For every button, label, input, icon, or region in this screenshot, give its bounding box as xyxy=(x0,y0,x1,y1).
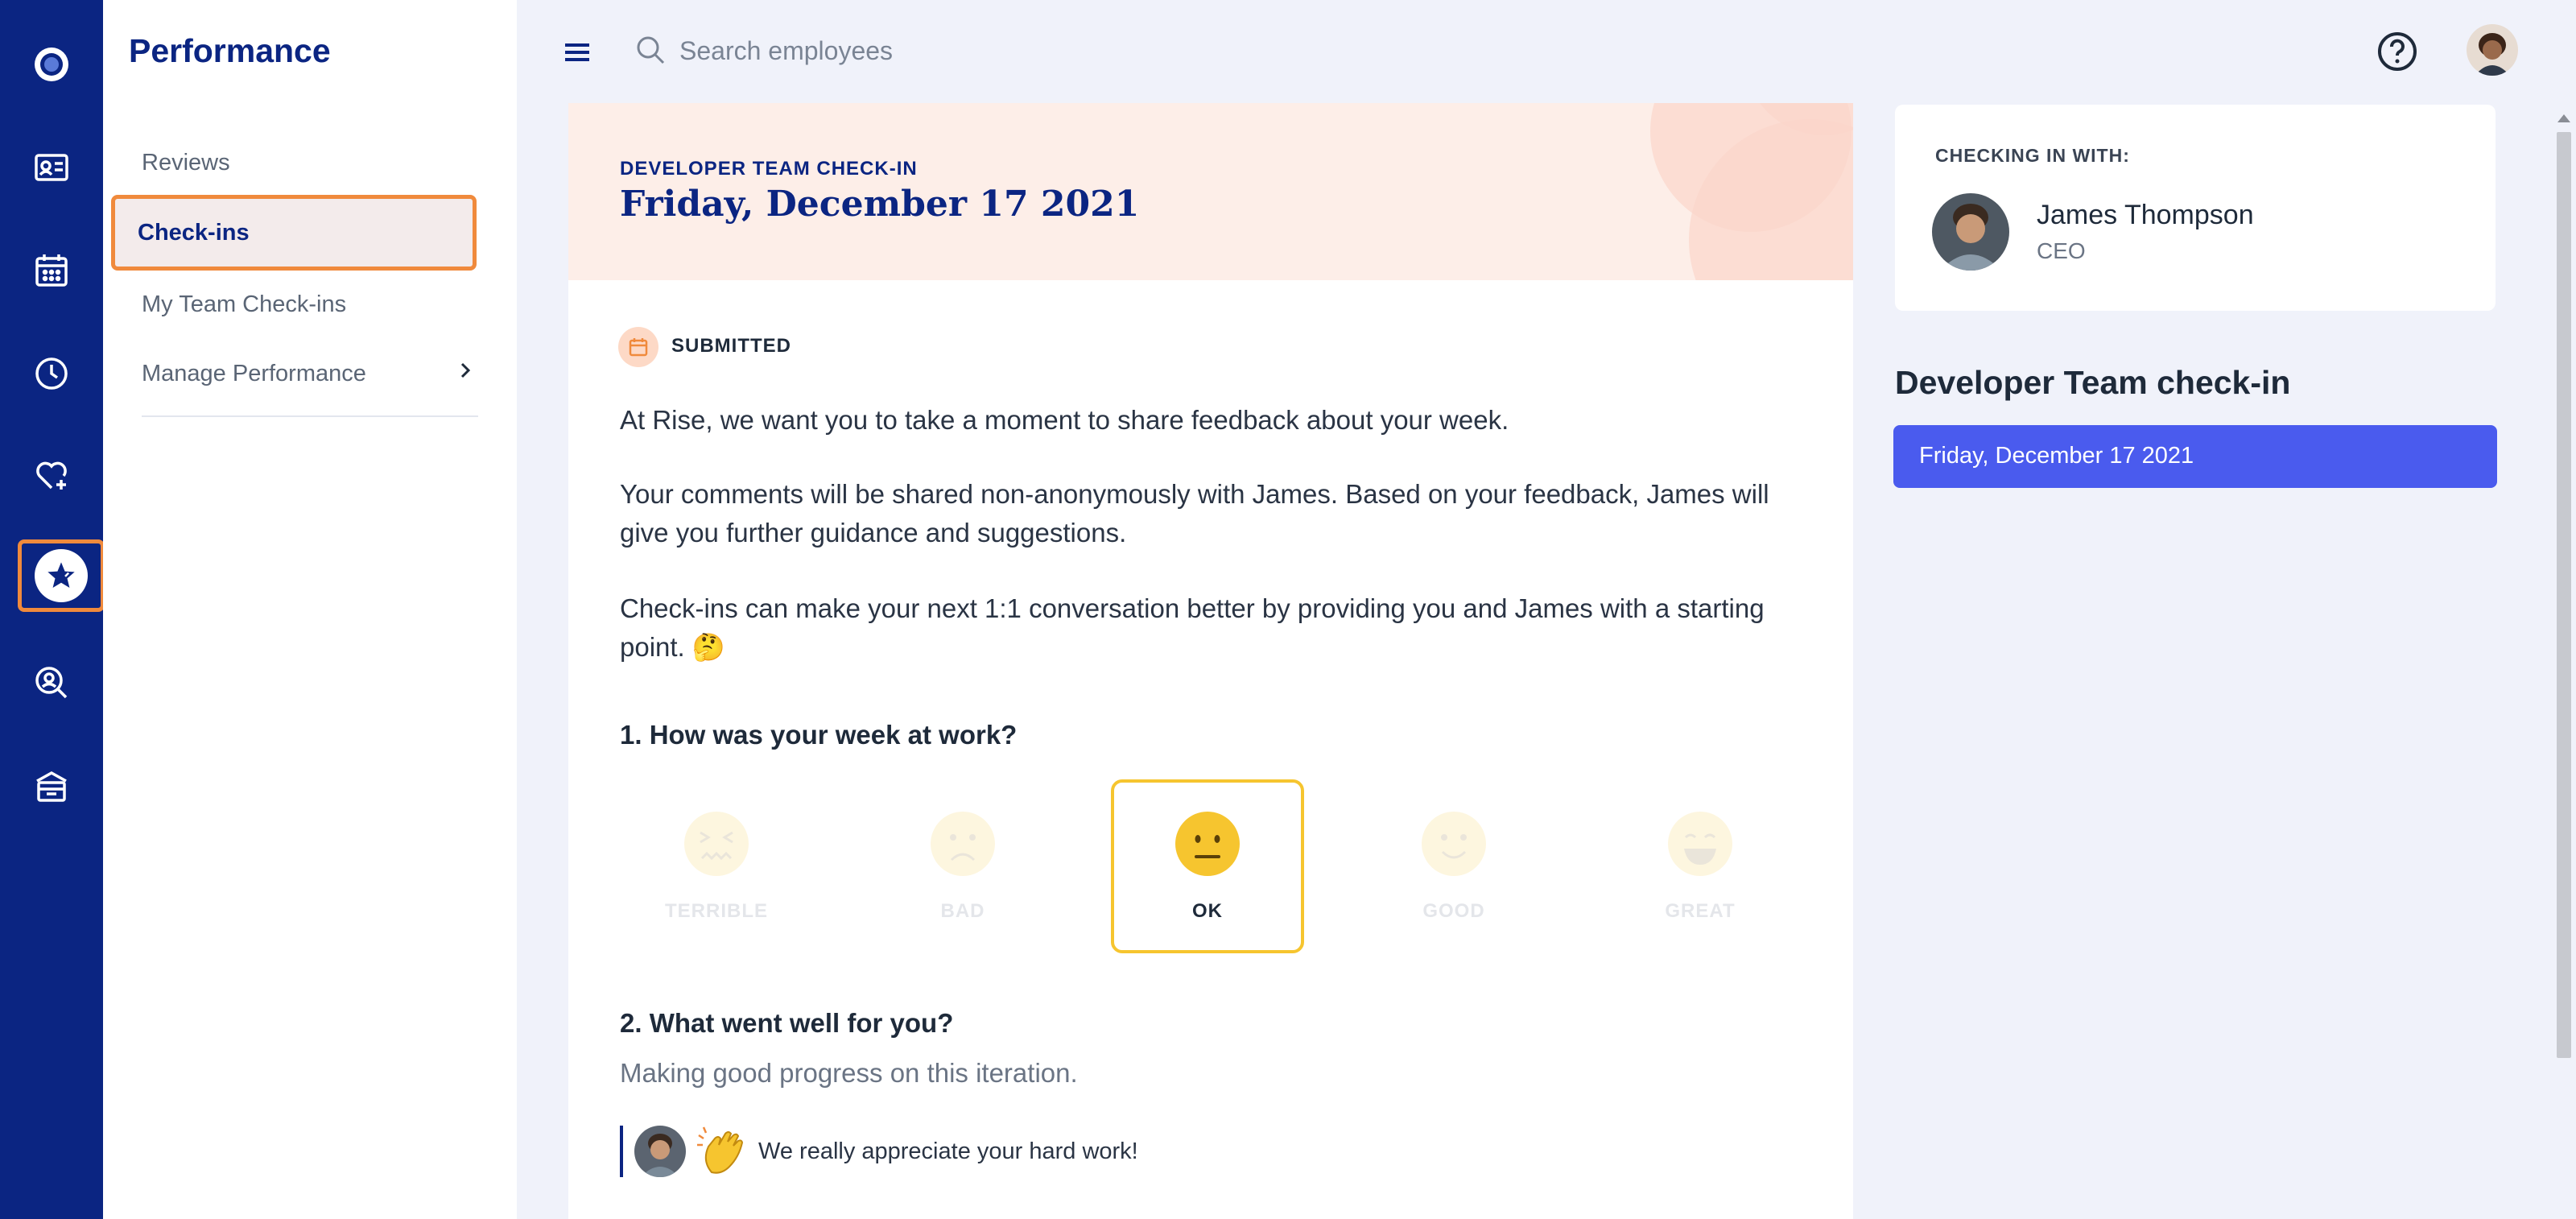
logo-icon[interactable] xyxy=(19,32,84,97)
mood-option-ok[interactable]: OK xyxy=(1111,779,1304,953)
rail-item-performance[interactable] xyxy=(18,539,105,612)
box-icon[interactable] xyxy=(19,754,84,818)
divider xyxy=(142,415,478,417)
clapping-hands-icon xyxy=(697,1126,744,1174)
clock-icon[interactable] xyxy=(19,341,84,406)
checkin-date: Friday, December 17 2021 xyxy=(620,184,1140,225)
nav-item-manage-performance[interactable]: Manage Performance xyxy=(142,361,366,387)
smile-face-icon xyxy=(1422,812,1486,876)
performance-nav: Performance Reviews Check-ins My Team Ch… xyxy=(103,0,517,1219)
intro-paragraph: Check-ins can make your next 1:1 convers… xyxy=(620,593,1765,662)
intro-paragraph: At Rise, we want you to take a moment to… xyxy=(620,405,1509,435)
search-person-icon[interactable] xyxy=(19,651,84,715)
mood-option-great[interactable]: GREAT xyxy=(1604,779,1797,953)
checkin-card: DEVELOPER TEAM CHECK-IN Friday, December… xyxy=(568,103,1853,1219)
mood-label: BAD xyxy=(940,900,985,922)
mood-option-bad[interactable]: BAD xyxy=(866,779,1059,953)
mood-label: GOOD xyxy=(1422,900,1485,922)
avatar xyxy=(1932,193,2009,271)
mood-label: OK xyxy=(1192,900,1223,922)
scroll-up-icon[interactable] xyxy=(2555,110,2573,127)
avatar xyxy=(634,1126,686,1177)
id-card-icon[interactable] xyxy=(19,135,84,200)
checkin-header: DEVELOPER TEAM CHECK-IN Friday, December… xyxy=(568,103,1853,280)
mood-option-good[interactable]: GOOD xyxy=(1357,779,1550,953)
app-rail xyxy=(0,0,105,1219)
checkin-eyebrow: DEVELOPER TEAM CHECK-IN xyxy=(620,158,918,180)
nav-item-my-team-check-ins[interactable]: My Team Check-ins xyxy=(142,291,346,318)
star-icon xyxy=(35,549,88,602)
intro-paragraph: Your comments will be shared non-anonymo… xyxy=(620,479,1769,548)
nav-item-label: Check-ins xyxy=(138,220,250,246)
question-2: 2. What went well for you? xyxy=(620,1008,954,1038)
checkin-date-label: Friday, December 17 2021 xyxy=(1919,443,2194,469)
side-eyebrow: CHECKING IN WITH: xyxy=(1935,145,2130,166)
neutral-face-icon xyxy=(1175,812,1240,876)
nav-item-check-ins[interactable]: Check-ins xyxy=(111,195,477,271)
terrible-face-icon xyxy=(684,812,749,876)
sad-face-icon xyxy=(931,812,995,876)
heart-plus-icon[interactable] xyxy=(19,443,84,507)
status-badge: SUBMITTED xyxy=(671,335,791,357)
person-role: CEO xyxy=(2037,238,2086,263)
scrollbar-thumb[interactable] xyxy=(2557,132,2571,1058)
nav-title: Performance xyxy=(129,32,331,69)
nav-item-reviews[interactable]: Reviews xyxy=(142,150,230,176)
user-avatar[interactable] xyxy=(2467,24,2518,76)
calendar-icon xyxy=(618,327,658,367)
scrollbar[interactable] xyxy=(2552,100,2576,1219)
search-input[interactable] xyxy=(679,31,1243,71)
calendar-icon[interactable] xyxy=(19,238,84,303)
chevron-right-icon xyxy=(460,362,471,378)
mood-label: GREAT xyxy=(1665,900,1736,922)
reaction-text: We really appreciate your hard work! xyxy=(758,1138,1138,1164)
checkin-date-button[interactable]: Friday, December 17 2021 xyxy=(1893,425,2497,488)
person-name: James Thompson xyxy=(2037,200,2254,230)
reaction-bar xyxy=(620,1126,623,1177)
question-1: 1. How was your week at work? xyxy=(620,720,1018,750)
answer-2: Making good progress on this iteration. xyxy=(620,1058,1078,1088)
checking-in-with-card: CHECKING IN WITH: James Thompson CEO xyxy=(1895,105,2496,311)
side-title: Developer Team check-in xyxy=(1895,364,2291,401)
grin-face-icon xyxy=(1668,812,1732,876)
search-icon xyxy=(637,36,665,64)
help-icon[interactable] xyxy=(2376,31,2418,72)
mood-option-terrible[interactable]: TERRIBLE xyxy=(620,779,813,953)
menu-icon[interactable] xyxy=(564,39,591,66)
mood-label: TERRIBLE xyxy=(665,900,768,922)
